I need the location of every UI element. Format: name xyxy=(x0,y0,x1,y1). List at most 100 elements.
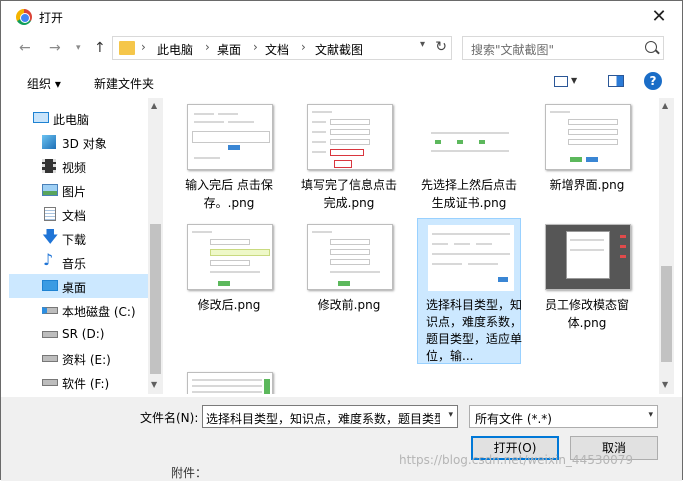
sidebar-item-music[interactable]: ♪ 音乐 xyxy=(9,250,149,274)
filename-label: 文件名(N): xyxy=(140,411,199,425)
file-tile[interactable]: 修改后.png xyxy=(177,218,281,316)
sidebar-item-drive-f[interactable]: 软件 (F:) xyxy=(9,370,149,394)
file-tile[interactable]: 输入完后 点击保存。.png xyxy=(177,98,281,216)
sidebar-item-label: 图片 xyxy=(62,185,87,199)
sidebar-item-label: 下载 xyxy=(62,233,87,247)
file-name: 选择科目类型，知识点，难度系数，题目类型，适应单位，输... xyxy=(426,298,522,363)
file-tile[interactable]: 员工修改模态窗体.png xyxy=(535,218,639,336)
file-name: 修改前.png xyxy=(317,298,381,312)
breadcrumb-documents[interactable]: 文档 xyxy=(265,41,289,58)
file-thumbnail xyxy=(187,372,273,394)
forward-arrow-icon[interactable]: → xyxy=(49,40,61,56)
sidebar-item-pictures[interactable]: 图片 xyxy=(9,178,149,202)
scroll-up-icon[interactable]: ▲ xyxy=(151,101,157,110)
sidebar-item-drive-c[interactable]: 本地磁盘 (C:) xyxy=(9,298,149,322)
sidebar-item-downloads[interactable]: 🡇 下载 xyxy=(9,226,149,250)
breadcrumb-this-pc[interactable]: 此电脑 xyxy=(157,41,193,58)
file-thumbnail xyxy=(545,104,631,170)
organize-menu[interactable]: 组织 ▾ xyxy=(27,75,61,92)
chevron-down-icon[interactable]: ▾ xyxy=(448,410,453,420)
sidebar-item-documents[interactable]: 文档 xyxy=(9,202,149,226)
file-name: 填写完了信息点击完成.png xyxy=(300,178,397,210)
up-arrow-icon[interactable]: ↑ xyxy=(94,40,106,56)
sidebar-item-label: 资料 (E:) xyxy=(62,353,111,367)
sidebar-item-videos[interactable]: 视频 xyxy=(9,154,149,178)
file-thumbnail xyxy=(427,128,513,158)
watermark: https://blog.csdn.net/weixin_44530079 xyxy=(399,453,634,467)
search-placeholder: 搜索"文献截图" xyxy=(471,43,555,57)
sidebar-item-label: 3D 对象 xyxy=(62,137,107,151)
drive-icon xyxy=(42,379,58,386)
document-icon xyxy=(44,207,56,221)
file-thumbnail xyxy=(428,225,514,291)
dialog-title: 打开 xyxy=(39,11,64,25)
cube-icon xyxy=(42,135,56,149)
file-thumbnail xyxy=(307,104,393,170)
sidebar-item-this-pc[interactable]: 此电脑 xyxy=(9,106,149,130)
chevron-down-icon[interactable]: ▾ xyxy=(648,410,653,420)
file-tile[interactable]: 新增界面.png xyxy=(535,98,639,216)
navigation-scrollbar[interactable]: ▲ ▼ xyxy=(148,98,163,394)
filename-field[interactable]: 选择科目类型，知识点，难度系数，题目类型 ▾ xyxy=(202,405,458,428)
chrome-icon xyxy=(16,9,32,25)
sidebar-item-label: 文档 xyxy=(62,209,87,223)
file-thumbnail xyxy=(545,224,631,290)
file-name: 输入完后 点击保存。.png xyxy=(185,178,273,210)
search-icon[interactable] xyxy=(645,41,657,53)
title-bar: 打开 ✕ xyxy=(1,1,682,32)
view-dropdown-icon[interactable]: ▼ xyxy=(571,76,577,85)
file-tile[interactable] xyxy=(177,366,281,394)
sidebar-item-label: 视频 xyxy=(62,161,87,175)
search-box[interactable]: 搜索"文献截图" xyxy=(462,36,664,60)
help-icon[interactable]: ? xyxy=(644,72,662,90)
preview-pane-icon[interactable] xyxy=(608,75,624,87)
recent-dropdown-icon[interactable]: ▾ xyxy=(76,43,81,53)
sidebar-item-label: SR (D:) xyxy=(62,327,105,341)
file-tile[interactable]: 修改前.png xyxy=(297,218,401,316)
breadcrumb-separator-icon: › xyxy=(253,40,258,54)
music-icon: ♪ xyxy=(43,250,54,269)
sidebar-item-3d-objects[interactable]: 3D 对象 xyxy=(9,130,149,154)
sidebar-item-label: 软件 (F:) xyxy=(62,377,110,391)
scrollbar-thumb[interactable] xyxy=(661,266,672,362)
file-list-scrollbar[interactable]: ▲ ▼ xyxy=(659,98,674,394)
file-name: 修改后.png xyxy=(197,298,261,312)
breadcrumb-separator-icon: › xyxy=(301,40,306,54)
drive-icon xyxy=(42,355,58,362)
sidebar-item-desktop[interactable]: 桌面 xyxy=(9,274,149,298)
new-folder-button[interactable]: 新建文件夹 xyxy=(94,75,154,92)
picture-icon xyxy=(42,184,58,196)
breadcrumb-separator-icon: › xyxy=(205,40,210,54)
back-arrow-icon[interactable]: ← xyxy=(19,40,31,56)
file-tile-selected[interactable]: 选择科目类型，知识点，难度系数，题目类型，适应单位，输... xyxy=(417,218,522,364)
address-dropdown-icon[interactable]: ▾ xyxy=(420,39,425,50)
file-thumbnail xyxy=(307,224,393,290)
filename-value[interactable]: 选择科目类型，知识点，难度系数，题目类型 xyxy=(206,410,440,427)
background-page-text: 附件： xyxy=(171,466,208,480)
file-list: 输入完后 点击保存。.png 填写完了信息点击完成.png 先选择上然后点击生成… xyxy=(167,98,659,394)
file-name: 先选择上然后点击生成证书.png xyxy=(420,178,517,210)
address-bar[interactable]: › 此电脑 › 桌面 › 文档 › 文献截图 ▾ ↻ xyxy=(112,36,452,60)
file-type-select[interactable]: 所有文件 (*.*) ▾ xyxy=(469,405,658,428)
file-tile[interactable]: 先选择上然后点击生成证书.png xyxy=(417,98,521,216)
sidebar-item-label: 音乐 xyxy=(62,257,87,271)
sidebar-item-drive-e[interactable]: 资料 (E:) xyxy=(9,346,149,370)
breadcrumb-desktop[interactable]: 桌面 xyxy=(217,41,241,58)
file-tile[interactable]: 填写完了信息点击完成.png xyxy=(297,98,401,216)
refresh-icon[interactable]: ↻ xyxy=(435,39,447,55)
sidebar-item-label: 桌面 xyxy=(62,281,87,295)
scrollbar-thumb[interactable] xyxy=(150,224,161,374)
scroll-down-icon[interactable]: ▼ xyxy=(151,380,157,389)
view-mode-icon[interactable] xyxy=(554,76,568,87)
navigation-pane: 此电脑 3D 对象 视频 图片 文档 🡇 下载 ♪ 音乐 桌面 本地磁盘 (C:… xyxy=(9,98,162,394)
drive-icon xyxy=(42,331,58,338)
computer-icon xyxy=(33,112,49,123)
scroll-up-icon[interactable]: ▲ xyxy=(662,101,668,110)
scroll-down-icon[interactable]: ▼ xyxy=(662,380,668,389)
drive-icon xyxy=(42,307,58,314)
file-type-value: 所有文件 (*.*) xyxy=(475,412,552,426)
navigation-bar: ← → ▾ ↑ › 此电脑 › 桌面 › 文档 › 文献截图 ▾ ↻ 搜索"文献… xyxy=(1,32,682,64)
sidebar-item-drive-d[interactable]: SR (D:) xyxy=(9,322,149,346)
breadcrumb-current-folder[interactable]: 文献截图 xyxy=(315,41,363,58)
close-button[interactable]: ✕ xyxy=(636,1,682,32)
